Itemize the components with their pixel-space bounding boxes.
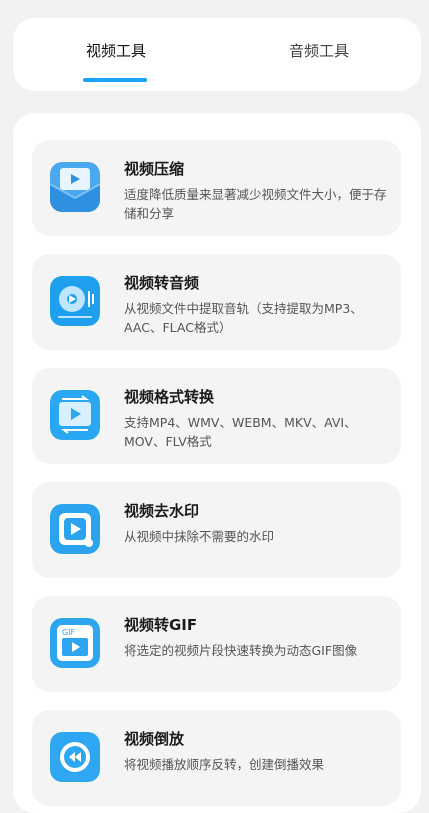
tool-description: 将选定的视频片段快速转换为动态GIF图像 <box>124 643 358 658</box>
active-tab-indicator <box>83 78 147 82</box>
video-reverse-icon <box>50 732 100 782</box>
tool-description: 从视频文件中提取音轨（支持提取为MP3、AAC、FLAC格式） <box>124 301 363 335</box>
tab-label: 视频工具 <box>85 42 146 60</box>
tool-description: 支持MP4、WMV、WEBM、MKV、AVI、MOV、FLV格式 <box>124 415 357 449</box>
tool-item-video-to-audio[interactable]: 视频转音频 从视频文件中提取音轨（支持提取为MP3、AAC、FLAC格式） <box>32 254 401 350</box>
tool-item-video-to-gif[interactable]: GIF 视频转GIF 将选定的视频片段快速转换为动态GIF图像 <box>32 596 401 692</box>
watermark-remove-icon <box>50 504 100 554</box>
video-to-audio-icon <box>50 276 100 326</box>
tool-item-watermark-remove[interactable]: 视频去水印 从视频中抹除不需要的水印 <box>32 482 401 578</box>
tool-description: 从视频中抹除不需要的水印 <box>124 529 275 544</box>
format-convert-icon <box>50 390 100 440</box>
tool-description: 适度降低质量来显著减少视频文件大小，便于存储和分享 <box>124 187 387 221</box>
tool-title: 视频格式转换 <box>124 388 215 406</box>
tab-audio-tools[interactable]: 音频工具 <box>249 40 389 80</box>
tool-title: 视频转音频 <box>124 274 200 292</box>
tool-title: 视频压缩 <box>124 160 185 178</box>
tool-description: 将视频播放顺序反转，创建倒播效果 <box>124 757 325 772</box>
tool-title: 视频倒放 <box>124 730 185 748</box>
tab-label: 音频工具 <box>288 42 349 60</box>
tool-title: 视频转GIF <box>124 616 198 634</box>
tool-tabs: 视频工具 音频工具 <box>13 18 421 91</box>
video-compress-icon <box>50 162 100 212</box>
tab-video-tools[interactable]: 视频工具 <box>46 40 186 80</box>
video-to-gif-icon: GIF <box>50 618 100 668</box>
gif-icon-label: GIF <box>62 628 76 637</box>
tool-list: 视频压缩 适度降低质量来显著减少视频文件大小，便于存储和分享 视频转音频 从视频… <box>13 113 421 813</box>
tool-item-video-compress[interactable]: 视频压缩 适度降低质量来显著减少视频文件大小，便于存储和分享 <box>32 140 401 236</box>
tool-item-format-convert[interactable]: 视频格式转换 支持MP4、WMV、WEBM、MKV、AVI、MOV、FLV格式 <box>32 368 401 464</box>
tool-title: 视频去水印 <box>124 502 200 520</box>
